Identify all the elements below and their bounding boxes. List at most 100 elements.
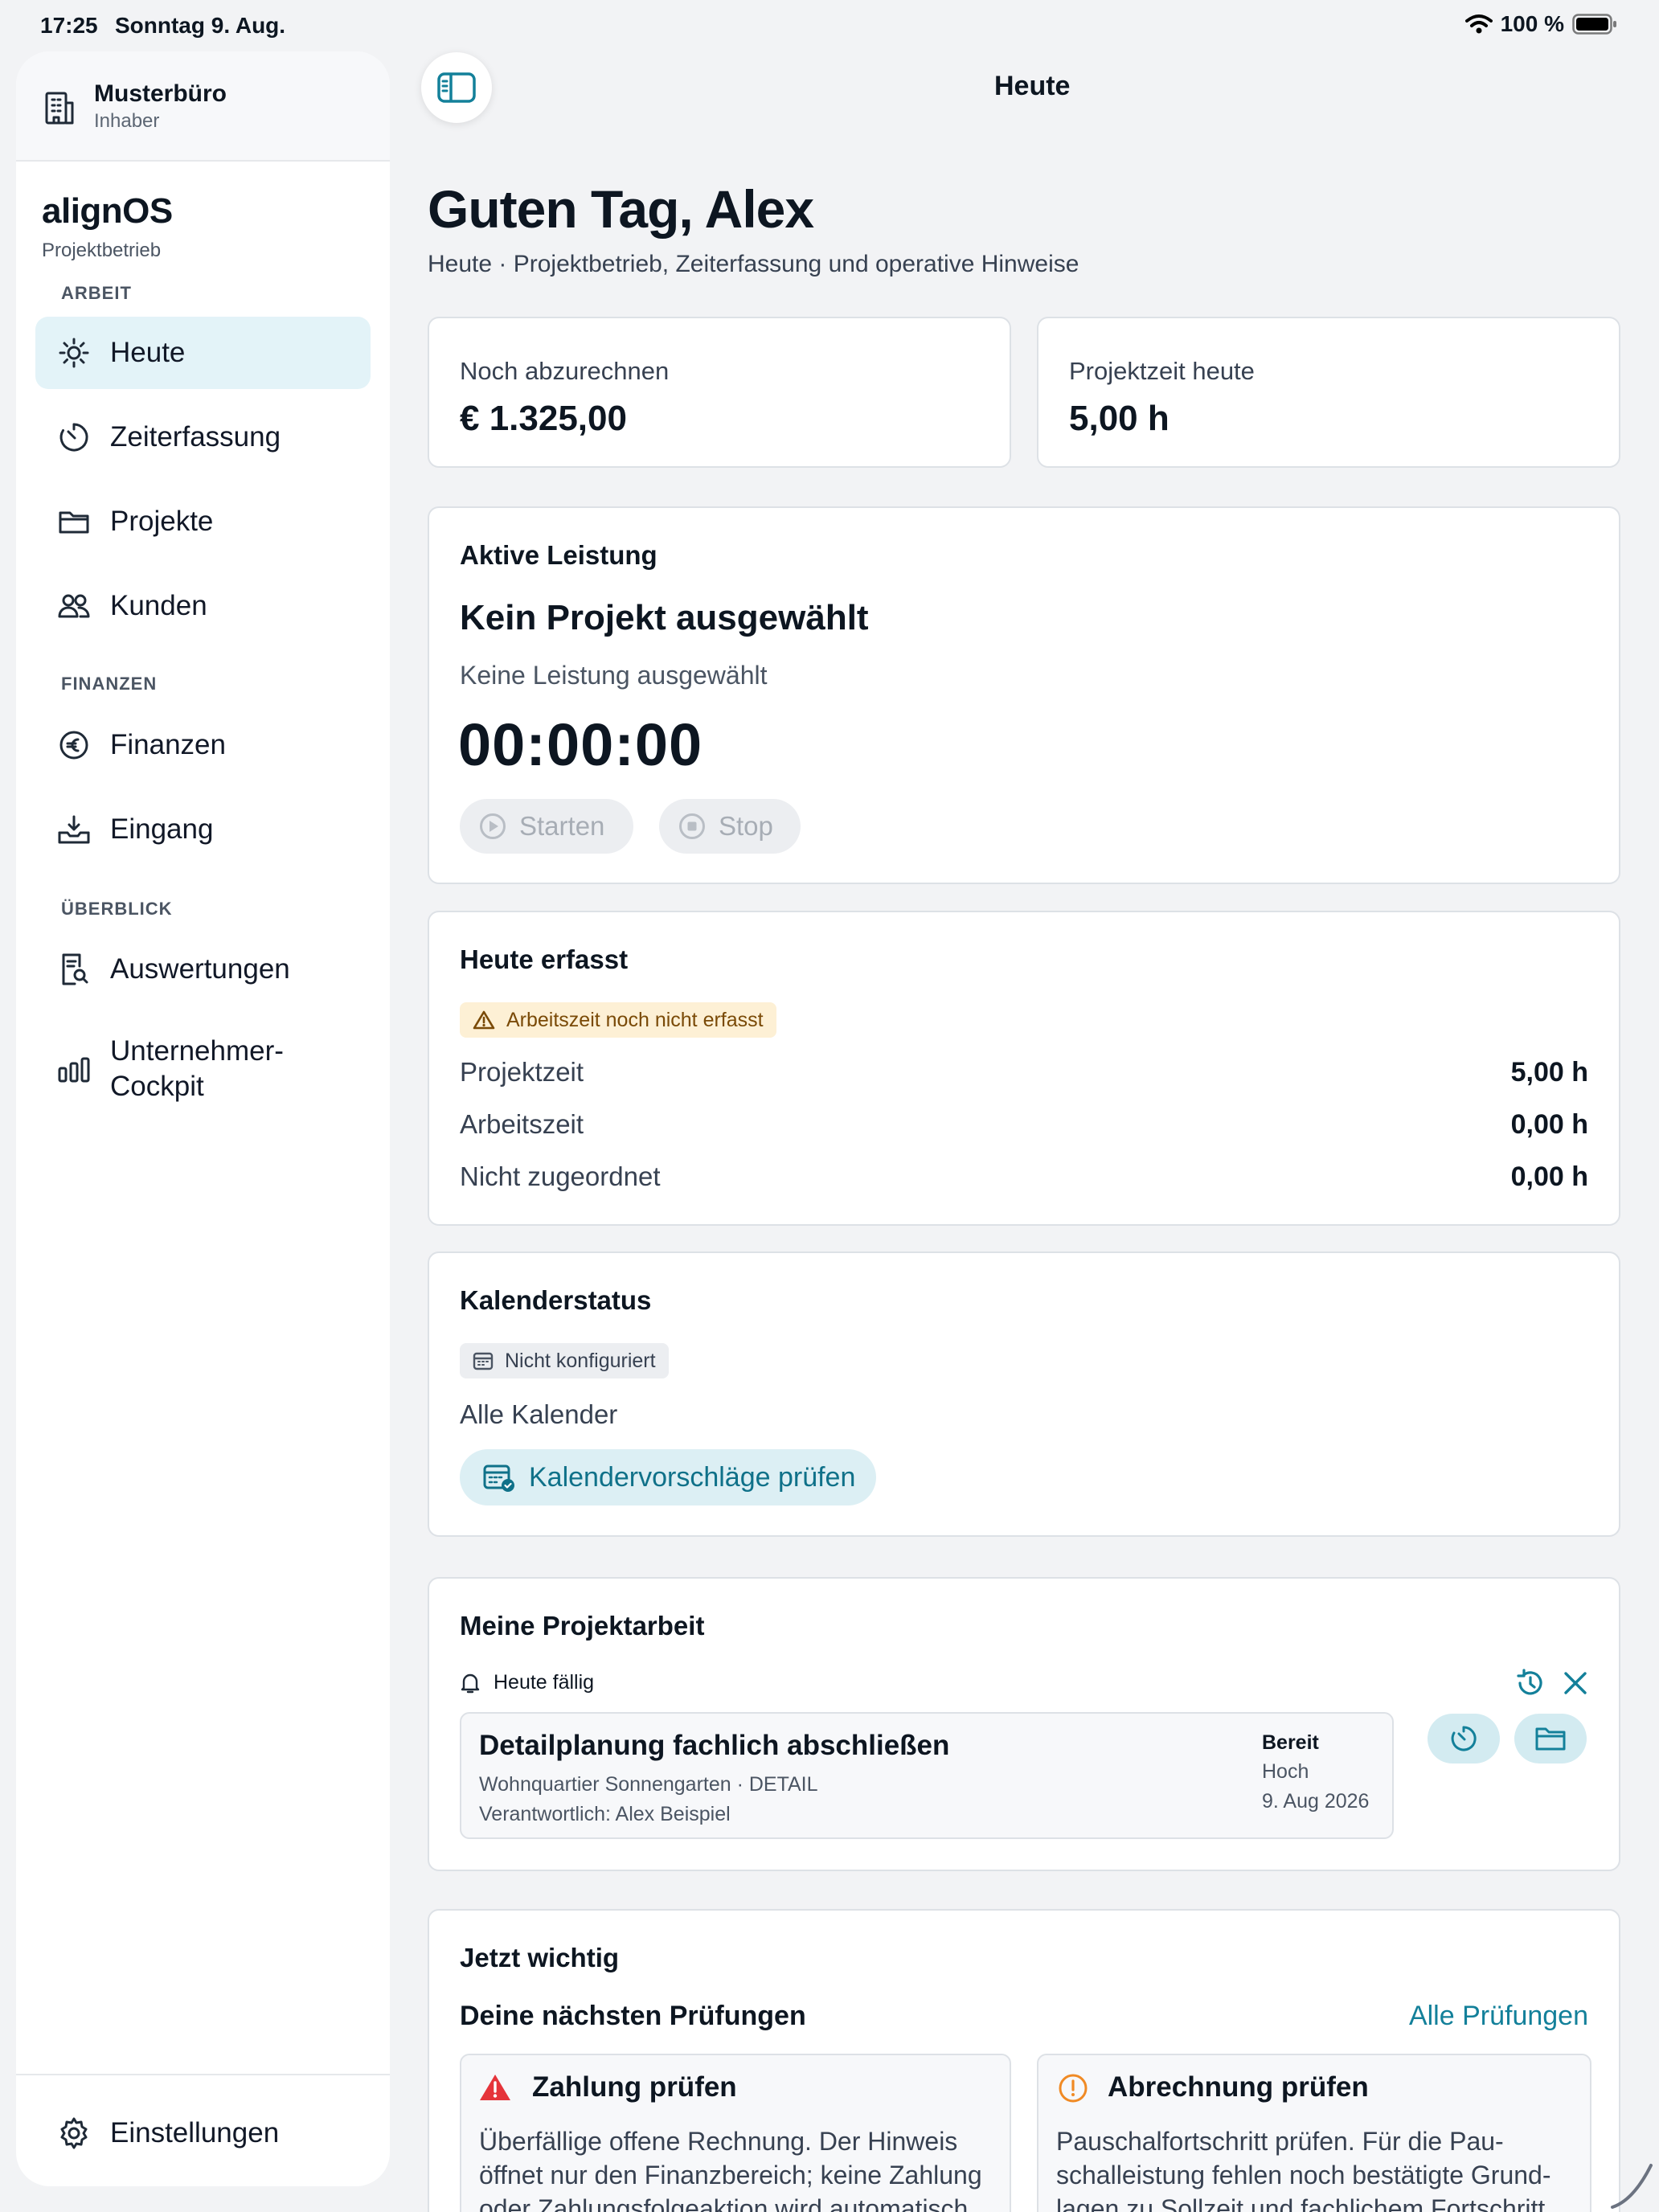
start-timer-button[interactable]	[1428, 1714, 1500, 1763]
timer-icon	[59, 423, 88, 452]
sidebar-divider	[16, 2074, 390, 2075]
sidebar-item-heute[interactable]: Heute	[35, 317, 371, 389]
calendar-status-card: Kalenderstatus Nicht konfiguriert Alle K…	[428, 1251, 1620, 1537]
kpi-label: Projektzeit heute	[1069, 357, 1255, 385]
sidebar-item-label: Zeiterfassung	[110, 421, 281, 453]
review-calendar-suggestions-button[interactable]: Kalendervorschläge prüfen	[460, 1449, 877, 1505]
sidebar-item-unternehmer-cockpit[interactable]: Unternehmer- Cockpit	[35, 1024, 371, 1112]
sidebar-item-label-line2: Cockpit	[110, 1071, 204, 1102]
calendar-status-badge: Nicht konfiguriert	[460, 1343, 669, 1378]
start-label: Starten	[519, 811, 605, 841]
start-button[interactable]: Starten	[460, 799, 633, 854]
stop-icon	[679, 813, 705, 839]
sidebar-item-label: Eingang	[110, 813, 214, 845]
sidebar-item-label-line1: Unternehmer-	[110, 1035, 284, 1067]
due-today-text: Heute fällig	[494, 1671, 595, 1694]
sidebar-item-projekte[interactable]: Projekte	[35, 485, 371, 558]
page-heading: Heute	[994, 71, 1071, 101]
sidebar-item-eingang[interactable]: Eingang	[35, 793, 371, 866]
greeting-title: Guten Tag, Alex	[428, 179, 814, 239]
kpi-label: Noch abzurechnen	[460, 357, 670, 385]
people-icon	[58, 594, 90, 618]
warning-icon	[473, 1010, 495, 1030]
greeting-subtitle: Heute · Projektbetrieb, Zeiterfassung un…	[428, 251, 1079, 277]
task-priority: Hoch	[1262, 1760, 1309, 1783]
calendar-scope: Alle Kalender	[460, 1399, 618, 1429]
check-text: Pauschalfortschritt prüfen. Für die Pau-…	[1056, 2127, 1551, 2212]
battery-percent: 100 %	[1500, 11, 1564, 36]
bar-chart-icon	[58, 1057, 90, 1083]
task-owner: Verantwortlich: Alex Beispiel	[479, 1803, 731, 1825]
due-today-label: Heute fällig	[460, 1671, 594, 1694]
row-value-nicht-zugeordnet: 0,00 h	[1510, 1161, 1588, 1192]
calendar-icon	[473, 1352, 494, 1370]
history-icon[interactable]	[1514, 1667, 1546, 1699]
alert-circle-icon	[1059, 2074, 1088, 2103]
kpi-card-unbilled[interactable]: Noch abzurechnen € 1.325,00	[428, 317, 1011, 468]
settings-label: Einstellungen	[110, 2117, 280, 2149]
timer-icon	[1451, 1726, 1477, 1751]
task-date: 9. Aug 2026	[1262, 1790, 1370, 1813]
warning-badge: Arbeitszeit noch nicht erfasst	[460, 1002, 776, 1038]
status-indicators: 100 %	[1464, 11, 1617, 37]
org-switcher[interactable]: Musterbüro Inhaber	[16, 51, 390, 162]
sidebar-item-zeiterfassung[interactable]: Zeiterfassung	[35, 401, 371, 473]
check-card-payment[interactable]: Zahlung prüfen Überfällige offene Rechnu…	[460, 2054, 1011, 2212]
task-title: Detailplanung fachlich abschließen	[479, 1730, 950, 1761]
warning-text: Arbeitszeit noch nicht erfasst	[506, 1008, 764, 1031]
sidebar-item-label: Projekte	[110, 506, 214, 537]
kpi-value: € 1.325,00	[460, 399, 627, 438]
sidebar-toggle-button[interactable]	[421, 52, 492, 123]
check-text: Überfällige offene Rechnung. Der Hinweis…	[479, 2127, 982, 2212]
sidebar-item-label: Heute	[110, 337, 186, 368]
card-title: Jetzt wichtig	[460, 1943, 620, 1972]
all-checks-link[interactable]: Alle Prüfungen	[1409, 2001, 1588, 2032]
folder-icon	[59, 511, 89, 534]
check-title: Zahlung prüfen	[532, 2071, 737, 2103]
check-card-billing[interactable]: Abrechnung prüfen Pauschalfortschritt pr…	[1037, 2054, 1591, 2212]
kpi-value: 5,00 h	[1069, 399, 1169, 438]
section-label-finanzen: FINANZEN	[61, 674, 158, 694]
card-title: Aktive Leistung	[460, 540, 657, 570]
important-card: Jetzt wichtig Deine nächsten Prüfungen A…	[428, 1909, 1620, 2212]
sidebar-item-auswertungen[interactable]: Auswertungen	[35, 933, 371, 1006]
sidebar-item-label: Kunden	[110, 590, 207, 621]
sidebar-item-finanzen[interactable]: Finanzen	[35, 709, 371, 781]
sidebar: Musterbüro Inhaber alignOS Projektbetrie…	[16, 51, 390, 2186]
folder-icon	[1535, 1727, 1566, 1751]
task-item[interactable]: Detailplanung fachlich abschließen Wohnq…	[460, 1712, 1394, 1839]
sun-icon	[59, 338, 89, 368]
section-label-ueberblick: ÜBERBLICK	[61, 899, 173, 919]
stop-button[interactable]: Stop	[659, 799, 801, 854]
today-logged-card: Heute erfasst Arbeitszeit noch nicht erf…	[428, 911, 1620, 1226]
status-time: 17:25	[40, 13, 98, 38]
stop-label: Stop	[719, 811, 773, 841]
close-icon[interactable]	[1561, 1669, 1590, 1698]
task-meta: Wohnquartier Sonnengarten · DETAIL	[479, 1773, 818, 1796]
battery-icon	[1572, 14, 1616, 35]
review-calendar-label: Kalendervorschläge prüfen	[529, 1461, 856, 1493]
sidebar-item-einstellungen[interactable]: Einstellungen	[35, 2101, 371, 2165]
status-bar: 17:25 Sonntag 9. Aug. 100 %	[0, 0, 1659, 51]
sidebar-item-kunden[interactable]: Kunden	[35, 570, 371, 642]
sidebar-item-label: Auswertungen	[110, 953, 290, 985]
task-status: Bereit	[1262, 1731, 1319, 1754]
calendar-check-icon	[483, 1464, 514, 1492]
open-project-button[interactable]	[1514, 1714, 1587, 1763]
alert-triangle-icon	[480, 2075, 510, 2100]
row-label-projektzeit: Projektzeit	[460, 1057, 584, 1087]
app-name: alignOS	[42, 191, 173, 231]
my-project-work-card: Meine Projektarbeit Heute fällig Detailp…	[428, 1577, 1620, 1871]
wifi-icon	[1464, 14, 1493, 34]
inbox-icon	[58, 815, 90, 844]
card-title: Kalenderstatus	[460, 1285, 652, 1315]
active-project: Kein Projekt ausgewählt	[460, 598, 869, 637]
status-date: Sonntag 9. Aug.	[115, 13, 286, 38]
row-value-projektzeit: 5,00 h	[1510, 1057, 1588, 1088]
building-icon	[45, 92, 74, 125]
gear-icon	[60, 2117, 88, 2149]
check-title: Abrechnung prüfen	[1108, 2071, 1369, 2103]
sidebar-item-label: Finanzen	[110, 729, 226, 760]
kpi-card-project-time[interactable]: Projektzeit heute 5,00 h	[1037, 317, 1620, 468]
org-role: Inhaber	[94, 110, 160, 132]
